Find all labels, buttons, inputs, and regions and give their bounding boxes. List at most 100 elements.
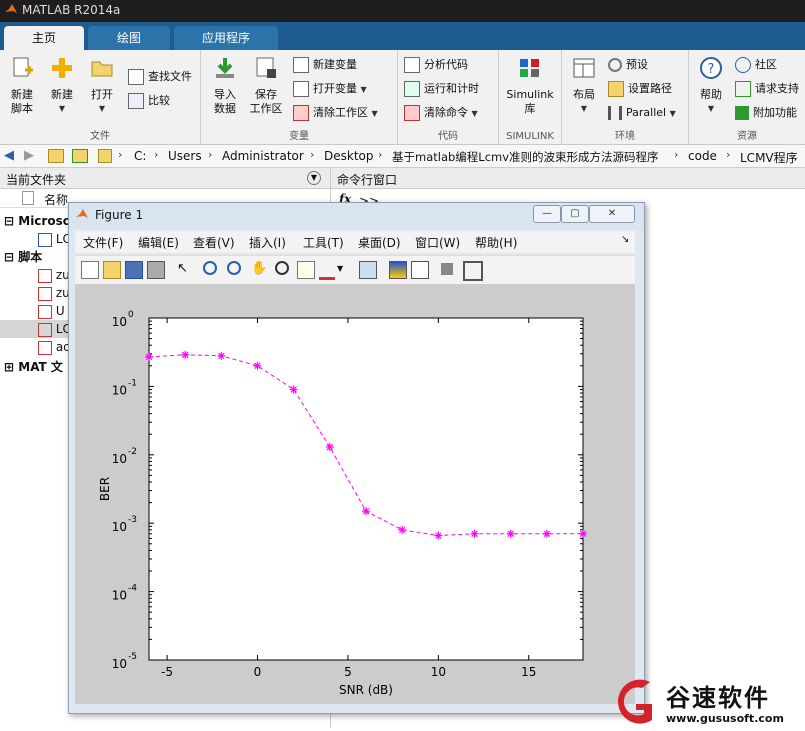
clear-commands-button[interactable]: 清除命令 ▼ — [404, 104, 478, 122]
menu-insert[interactable]: 插入(I) — [249, 234, 286, 251]
simulink-library-label: Simulink 库 — [506, 88, 554, 115]
find-files-button[interactable]: 查找文件 — [128, 68, 192, 86]
link-plot-icon[interactable] — [359, 261, 377, 279]
tab-apps[interactable]: 应用程序 — [174, 26, 278, 50]
colorbar-icon[interactable] — [389, 261, 407, 279]
browse-folder-icon[interactable] — [72, 149, 88, 163]
zoom-out-icon[interactable] — [227, 261, 241, 275]
crumb-users[interactable]: Users — [168, 149, 202, 163]
menu-edit[interactable]: 编辑(E) — [138, 234, 179, 251]
crumb-desktop[interactable]: Desktop — [324, 149, 374, 163]
open-button[interactable]: 打开 ▼ — [84, 50, 120, 116]
open-file-icon[interactable] — [103, 261, 121, 279]
minimize-icon[interactable]: — — [533, 205, 561, 223]
request-support-button[interactable]: 请求支持 — [735, 80, 799, 98]
back-icon[interactable]: ◀ — [4, 148, 14, 163]
tree-group-label: 脚本 — [18, 250, 43, 264]
list-item[interactable]: ac — [38, 338, 70, 356]
parallel-dropdown-icon[interactable]: ▼ — [670, 109, 676, 118]
layout-dropdown-icon[interactable]: ▼ — [564, 102, 604, 116]
new-script-label: 新建 脚本 — [11, 88, 33, 115]
menu-view[interactable]: 查看(V) — [193, 234, 235, 251]
menu-tools[interactable]: 工具(T) — [303, 234, 344, 251]
dock-arrow-icon[interactable]: ↘ — [621, 234, 629, 245]
brush-icon[interactable] — [319, 261, 335, 280]
figure-title-bar[interactable]: Figure 1 — ▢ ✕ — [69, 203, 644, 229]
new-variable-button[interactable]: 新建变量 — [293, 56, 357, 74]
preferences-button[interactable]: 预设 — [608, 56, 648, 74]
menu-help[interactable]: 帮助(H) — [475, 234, 517, 251]
run-and-time-button[interactable]: 运行和计时 — [404, 80, 479, 98]
new-figure-icon[interactable] — [81, 261, 99, 279]
compare-button[interactable]: 比较 — [128, 92, 170, 110]
save-icon[interactable] — [125, 261, 143, 279]
x-tick-label: 10 — [431, 665, 446, 679]
clear-workspace-dropdown-icon[interactable]: ▼ — [372, 109, 378, 118]
collapse-icon[interactable]: ⊟ — [4, 214, 14, 228]
clear-workspace-button[interactable]: 清除工作区 ▼ — [293, 104, 378, 122]
crumb-code[interactable]: code — [688, 149, 717, 163]
hide-plot-tools-icon[interactable] — [441, 263, 453, 275]
open-variable-button[interactable]: 打开变量 ▼ — [293, 80, 367, 98]
tree-group-microsoft[interactable]: ⊟ Microso — [4, 212, 71, 230]
figure-canvas: -5 0 5 10 15 10 -5 10 -4 10 -3 10 -2 10 -1 10 0 SNR (dB… — [75, 284, 635, 704]
legend-icon[interactable] — [411, 261, 429, 279]
expand-icon[interactable]: ⊞ — [4, 360, 14, 374]
list-item[interactable]: U — [38, 302, 65, 320]
new-dropdown-icon[interactable]: ▼ — [44, 102, 80, 116]
save-workspace-button[interactable]: 保存 工作区 — [245, 50, 287, 116]
zoom-in-icon[interactable] — [203, 261, 217, 275]
panel-menu-icon[interactable]: ▼ — [307, 171, 321, 185]
clear-commands-dropdown-icon[interactable]: ▼ — [472, 109, 478, 118]
simulink-library-button[interactable]: Simulink 库 — [503, 50, 557, 116]
tab-plots[interactable]: 绘图 — [88, 26, 170, 50]
menu-desktop[interactable]: 桌面(D) — [358, 234, 401, 251]
list-item[interactable]: zu — [38, 266, 70, 284]
community-button[interactable]: 社区 — [735, 56, 777, 74]
open-variable-icon — [293, 81, 309, 97]
maximize-icon[interactable]: ▢ — [561, 205, 589, 223]
crumb-administrator[interactable]: Administrator — [222, 149, 304, 163]
brush-dropdown-icon[interactable]: ▼ — [337, 261, 353, 277]
parallel-button[interactable]: Parallel ▼ — [608, 104, 676, 122]
edit-plot-icon[interactable]: ↖ — [177, 261, 193, 277]
rotate-3d-icon[interactable] — [275, 261, 289, 275]
open-dropdown-icon[interactable]: ▼ — [84, 102, 120, 116]
open-variable-dropdown-icon[interactable]: ▼ — [361, 85, 367, 94]
layout-button[interactable]: 布局 ▼ — [564, 50, 604, 116]
print-icon[interactable] — [147, 261, 165, 279]
data-cursor-icon[interactable] — [297, 261, 315, 279]
crumb-drive[interactable]: C: — [134, 149, 146, 163]
forward-icon[interactable]: ▶ — [24, 148, 34, 163]
pan-icon[interactable]: ✋ — [251, 261, 267, 277]
new-button[interactable]: 新建 ▼ — [44, 50, 80, 116]
y-tick-exponent: 0 — [128, 310, 134, 320]
help-button[interactable]: ? 帮助 ▼ — [693, 50, 729, 116]
list-item[interactable]: zu — [38, 284, 70, 302]
ber-plot[interactable]: -5 0 5 10 15 10 -510 -410 -310 -210 -110 0 SNR (dB… — [75, 284, 635, 704]
tab-home[interactable]: 主页 — [4, 26, 84, 50]
list-item[interactable]: LC — [38, 230, 71, 248]
new-script-button[interactable]: 新建 脚本 — [4, 50, 40, 116]
up-folder-icon[interactable] — [48, 149, 64, 163]
name-column-header[interactable]: 名称 — [44, 191, 68, 208]
collapse-icon[interactable]: ⊟ — [4, 250, 14, 264]
analyze-code-button[interactable]: 分析代码 — [404, 56, 468, 74]
tree-group-scripts[interactable]: ⊟ 脚本 — [4, 248, 42, 266]
menu-window[interactable]: 窗口(W) — [415, 234, 460, 251]
menu-file[interactable]: 文件(F) — [83, 234, 123, 251]
help-dropdown-icon[interactable]: ▼ — [693, 102, 729, 116]
tree-group-mat-files[interactable]: ⊞ MAT 文 — [4, 358, 63, 376]
data-point-marker — [434, 531, 443, 540]
addons-button[interactable]: 附加功能 — [735, 104, 797, 122]
figure-window[interactable]: Figure 1 — ▢ ✕ 文件(F) 编辑(E) 查看(V) 插入(I) 工… — [68, 202, 645, 714]
figure-toolbar: ↖ ✋ ▼ — [75, 255, 635, 285]
show-plot-tools-icon[interactable] — [463, 261, 483, 281]
import-data-button[interactable]: 导入 数据 — [205, 50, 245, 116]
watermark-url: www.gususoft.com — [666, 712, 784, 725]
set-path-button[interactable]: 设置路径 — [608, 80, 672, 98]
crumb-lcmv[interactable]: LCMV程序 — [740, 149, 798, 166]
request-support-icon — [735, 81, 751, 97]
close-icon[interactable]: ✕ — [589, 205, 635, 223]
crumb-project-folder[interactable]: 基于matlab编程Lcmv准则的波束形成方法源码程序 — [392, 149, 659, 165]
